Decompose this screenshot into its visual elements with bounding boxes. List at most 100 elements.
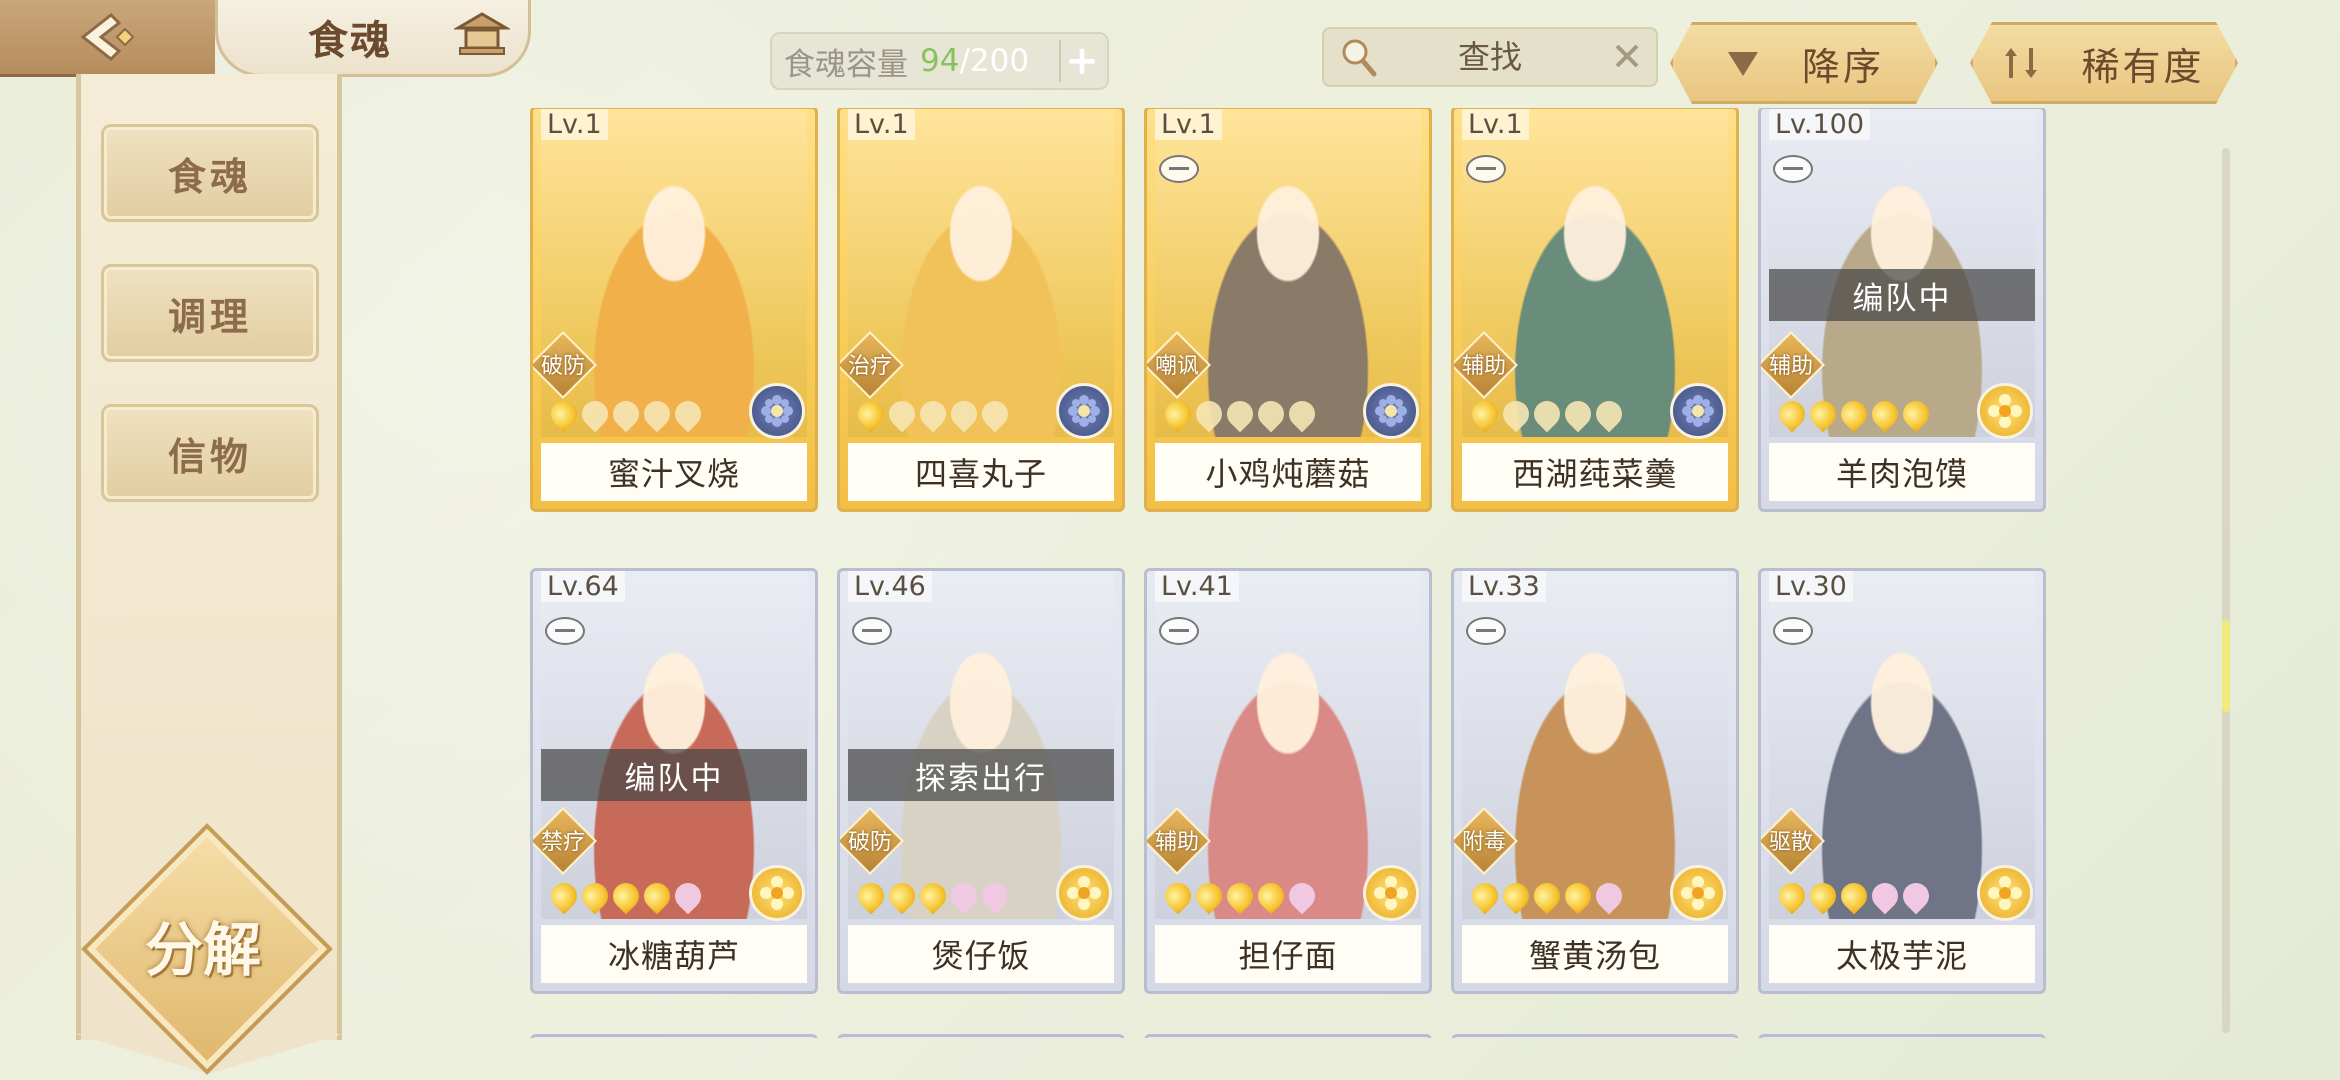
star-rating (1773, 395, 1935, 433)
search-input[interactable] (1413, 37, 1567, 77)
star-flame-icon (1773, 877, 1811, 915)
food-soul-card[interactable]: Lv.64 编队中 禁疗 冰糖葫芦 (530, 568, 818, 994)
star-flame-icon (1804, 395, 1842, 433)
food-soul-card[interactable]: Lv.100 编队中 辅助 羊肉泡馍 (1758, 108, 2046, 512)
tab-tokens[interactable]: 信物 (101, 404, 319, 502)
clear-icon[interactable] (1612, 41, 1642, 71)
tab-food-soul[interactable]: 食魂 (101, 124, 319, 222)
role-badge: 破防 (533, 331, 597, 399)
tab-conditioning[interactable]: 调理 (101, 264, 319, 362)
element-icon (1056, 865, 1112, 921)
sort-descending-label: 降序 (1801, 44, 1884, 89)
capacity-display: 食魂容量 94/200 + (770, 32, 1109, 90)
star-rating (1159, 877, 1321, 915)
capacity-current: 94 (920, 43, 960, 79)
search-box[interactable] (1322, 27, 1658, 87)
star-flame-icon (1466, 877, 1504, 915)
role-label: 附毒 (1461, 830, 1506, 855)
food-soul-card-partial[interactable] (1451, 1034, 1739, 1038)
back-button[interactable] (0, 0, 215, 77)
star-flame-icon (638, 395, 676, 433)
role-label: 破防 (540, 354, 585, 379)
element-icon (1977, 383, 2033, 439)
star-flame-icon (914, 395, 952, 433)
element-icon (1363, 865, 1419, 921)
level-label: Lv.1 (1155, 109, 1222, 140)
outfit-icon (1466, 155, 1506, 183)
role-badge: 嘲讽 (1147, 331, 1211, 399)
star-flame-icon (1283, 877, 1321, 915)
food-soul-card[interactable]: Lv.1 破防蜜汁叉烧 (530, 108, 818, 512)
role-badge: 治疗 (840, 331, 904, 399)
level-label: Lv.1 (541, 109, 608, 140)
character-name: 蟹黄汤包 (1462, 925, 1728, 983)
star-flame-icon (1773, 395, 1811, 433)
triangle-down-icon (1724, 44, 1762, 82)
role-badge: 破防 (840, 807, 904, 875)
star-rating (1159, 395, 1321, 433)
star-flame-icon (1528, 395, 1566, 433)
capacity-max: 200 (969, 43, 1030, 79)
star-flame-icon (883, 877, 921, 915)
element-icon (1670, 865, 1726, 921)
star-flame-icon (1190, 877, 1228, 915)
tab-label: 信物 (167, 434, 252, 479)
role-badge: 禁疗 (533, 807, 597, 875)
level-label: Lv.100 (1769, 109, 1871, 140)
star-rating (1773, 877, 1935, 915)
title-tab: 食魂 (215, 0, 531, 77)
role-label: 辅助 (1154, 830, 1199, 855)
star-flame-icon (1283, 395, 1321, 433)
scrollbar-track[interactable] (2222, 148, 2230, 1033)
food-soul-card-partial[interactable] (1144, 1034, 1432, 1038)
star-flame-icon (945, 877, 983, 915)
outfit-icon (1159, 155, 1199, 183)
star-flame-icon (976, 877, 1014, 915)
food-soul-card-partial[interactable] (837, 1034, 1125, 1038)
sort-rarity-button[interactable]: 稀有度 (1970, 22, 2238, 104)
star-rating (545, 395, 707, 433)
star-flame-icon (1252, 877, 1290, 915)
character-name: 冰糖葫芦 (541, 925, 807, 983)
pavilion-icon[interactable] (454, 8, 510, 62)
food-soul-card-partial[interactable] (1758, 1034, 2046, 1038)
food-soul-card[interactable]: Lv.1 治疗 四喜丸子 (837, 108, 1125, 512)
status-badge: 编队中 (541, 749, 807, 801)
food-soul-card[interactable]: Lv.46 探索出行 破防 煲仔饭 (837, 568, 1125, 994)
role-badge: 辅助 (1454, 331, 1518, 399)
character-name: 太极芋泥 (1769, 925, 2035, 983)
food-soul-card-partial[interactable] (530, 1034, 818, 1038)
star-rating (1466, 877, 1628, 915)
star-flame-icon (1804, 877, 1842, 915)
character-name: 羊肉泡馍 (1769, 443, 2035, 501)
star-flame-icon (1497, 877, 1535, 915)
star-flame-icon (1221, 395, 1259, 433)
element-icon (1056, 383, 1112, 439)
scrollbar-thumb[interactable] (2222, 620, 2230, 712)
food-soul-card[interactable]: Lv.1 辅助 西湖莼菜羹 (1451, 108, 1739, 512)
star-flame-icon (1159, 877, 1197, 915)
role-label: 辅助 (1461, 354, 1506, 379)
star-flame-icon (1159, 395, 1197, 433)
food-soul-card[interactable]: Lv.41 辅助 担仔面 (1144, 568, 1432, 994)
element-icon (1977, 865, 2033, 921)
food-soul-card[interactable]: Lv.30 驱散 太极芋泥 (1758, 568, 2046, 994)
star-rating (852, 395, 1014, 433)
star-flame-icon (1835, 877, 1873, 915)
capacity-separator: / (959, 43, 970, 79)
decompose-label: 分解 (144, 916, 261, 984)
outfit-icon (852, 617, 892, 645)
add-capacity-button[interactable]: + (1059, 38, 1103, 84)
level-label: Lv.1 (848, 109, 915, 140)
sort-rarity-label: 稀有度 (2081, 44, 2205, 89)
character-name: 蜜汁叉烧 (541, 443, 807, 501)
food-soul-card[interactable]: Lv.1 嘲讽 小鸡炖蘑菇 (1144, 108, 1432, 512)
food-soul-card[interactable]: Lv.33 附毒 蟹黄汤包 (1451, 568, 1739, 994)
outfit-icon (1159, 617, 1199, 645)
level-label: Lv.46 (848, 571, 932, 602)
element-icon (749, 383, 805, 439)
star-flame-icon (576, 395, 614, 433)
star-flame-icon (1528, 877, 1566, 915)
sort-descending-button[interactable]: 降序 (1670, 22, 1938, 104)
character-name: 煲仔饭 (848, 925, 1114, 983)
